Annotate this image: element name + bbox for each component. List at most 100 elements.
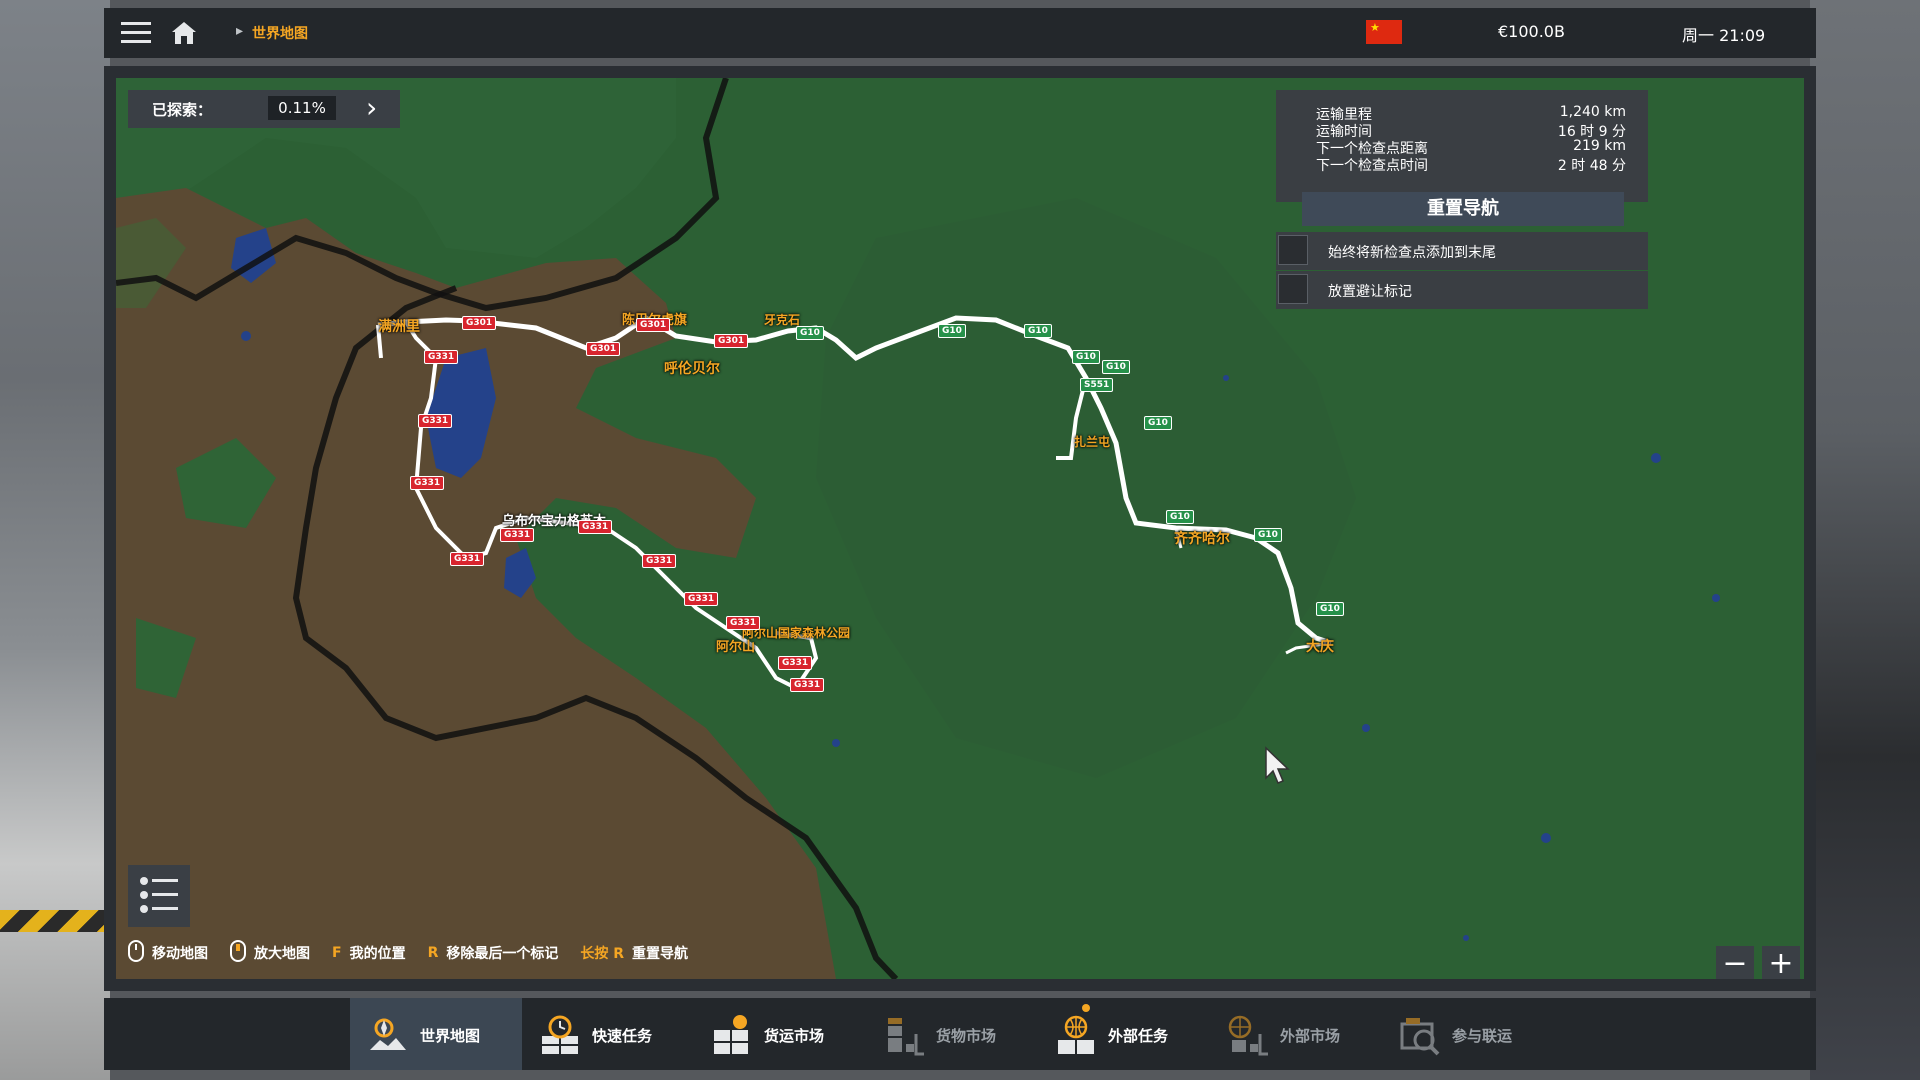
road-label-g10: G10 [938, 324, 966, 338]
road-label-g10: G10 [1254, 528, 1282, 542]
city-label-yakeshi[interactable]: 牙克石 [764, 311, 800, 328]
road-label-g10: G10 [1102, 360, 1130, 374]
mouse-cursor-icon [1264, 746, 1290, 790]
control-hints: 移动地图 放大地图 F 我的位置 R 移除最后一个标记 长按 R 重置导航 [128, 933, 710, 973]
hint-key: R [427, 945, 439, 961]
notification-dot [1082, 1004, 1090, 1012]
breadcrumb-chevron-icon: ▸ [236, 23, 244, 39]
hint-zoom-map: 放大地图 [230, 940, 310, 966]
route-info-value: 2 时 48 分 [1557, 158, 1626, 174]
route-info-row: 下一个检查点距离 219 km [1316, 138, 1626, 157]
tab-label: 外部任务 [1108, 1027, 1169, 1045]
tab-world-map[interactable]: 世界地图 [350, 998, 522, 1070]
road-label-g331: G331 [778, 656, 813, 670]
tab-external-jobs[interactable]: 外部任务 [1038, 998, 1210, 1070]
tab-cargo-market[interactable]: 货物市场 [866, 998, 1038, 1070]
road-label-g301: G301 [462, 316, 497, 330]
explored-value: 0.11% [268, 96, 336, 120]
map-panel: 满洲里 陈巴尔虎旗 呼伦贝尔 牙克石 扎兰屯 齐齐哈尔 大庆 乌布尔宝力格苏木 … [104, 66, 1816, 991]
route-info-row: 下一个检查点时间 2 时 48 分 [1316, 155, 1626, 174]
hint-text: 我的位置 [349, 946, 406, 962]
game-clock: 周一 21:09 [1682, 26, 1766, 45]
hazard-stripe [0, 910, 110, 932]
tab-label: 外部市场 [1280, 1027, 1341, 1045]
tab-freight-market[interactable]: 货运市场 [694, 998, 866, 1070]
tab-label: 世界地图 [420, 1027, 481, 1045]
option-place-avoid-marker[interactable]: 放置避让标记 [1276, 271, 1648, 309]
city-label-manzhouli[interactable]: 满洲里 [378, 316, 420, 336]
hint-text: 放大地图 [254, 946, 310, 962]
hint-move-map: 移动地图 [128, 940, 208, 966]
top-bar: ▸ 世界地图 ★ €100.0B 周一 21:09 [104, 8, 1816, 58]
hint-key: 长按 R [580, 946, 625, 962]
checkbox[interactable] [1278, 235, 1308, 265]
world-map[interactable]: 满洲里 陈巴尔虎旗 呼伦贝尔 牙克石 扎兰屯 齐齐哈尔 大庆 乌布尔宝力格苏木 … [116, 78, 1804, 979]
hint-my-position: F 我的位置 [332, 943, 406, 963]
chevron-right-icon[interactable]: › [366, 92, 377, 124]
route-info-row: 运输时间 16 时 9 分 [1316, 121, 1626, 140]
breadcrumb: 世界地图 [252, 26, 308, 42]
road-label-g10: G10 [796, 326, 824, 340]
hint-text: 重置导航 [632, 946, 689, 962]
world-map-icon [370, 1018, 406, 1050]
road-label-g331: G331 [726, 616, 761, 630]
menu-icon[interactable] [120, 17, 152, 49]
option-always-add-checkpoint[interactable]: 始终将新检查点添加到末尾 [1276, 232, 1648, 270]
external-market-icon [1228, 1015, 1268, 1056]
tab-convoy[interactable]: 参与联运 [1382, 998, 1554, 1070]
road-label-g331: G331 [424, 350, 459, 364]
mouse-scroll-icon [230, 940, 246, 966]
tab-external-market[interactable]: 外部市场 [1210, 998, 1382, 1070]
world-map-window: ▸ 世界地图 ★ €100.0B 周一 21:09 满洲里 呼伦贝尔 牙克石 扎… [104, 8, 1816, 1070]
tab-label: 货运市场 [764, 1027, 825, 1045]
road-label-g10: G10 [1166, 510, 1194, 524]
home-icon[interactable] [168, 17, 200, 49]
road-label-g10: G10 [1024, 324, 1052, 338]
city-label-hulunbeier[interactable]: 呼伦贝尔 [664, 358, 720, 378]
option-label: 放置避让标记 [1328, 284, 1412, 300]
road-label-g301: G301 [586, 342, 621, 356]
route-info-row: 运输里程 1,240 km [1316, 104, 1626, 123]
explored-panel: 已探索： 0.11% › [128, 90, 400, 128]
road-label-g331: G331 [790, 678, 825, 692]
hint-reset-navigation: 长按 R 重置导航 [580, 943, 688, 963]
globe-icon [1058, 1015, 1094, 1054]
money-balance: €100.0B [1498, 22, 1565, 41]
road-label-g331: G331 [450, 552, 485, 566]
freight-market-icon [714, 1015, 748, 1054]
road-label-g331: G331 [578, 520, 613, 534]
road-label-g331: G331 [418, 414, 453, 428]
city-label-aershan[interactable]: 阿尔山 [716, 636, 755, 655]
bottom-tab-bar: 世界地图 快速任务 货运市场 货物市场 外部任务 外部市场 参与联运 [104, 998, 1816, 1070]
legend-icon [140, 877, 178, 913]
road-label-s551: S551 [1080, 378, 1114, 392]
reset-navigation-button[interactable]: 重置导航 [1302, 192, 1624, 226]
map-legend-button[interactable] [128, 865, 190, 927]
road-label-g331: G331 [642, 554, 677, 568]
option-label: 始终将新检查点添加到末尾 [1328, 245, 1496, 261]
road-label-g10: G10 [1316, 602, 1344, 616]
route-info-panel: 运输里程 1,240 km 运输时间 16 时 9 分 下一个检查点距离 219 km… [1276, 90, 1648, 202]
checkbox[interactable] [1278, 274, 1308, 304]
city-label-zhalantun[interactable]: 扎兰屯 [1074, 433, 1110, 450]
china-flag-icon: ★ [1366, 20, 1402, 44]
city-label-daqing[interactable]: 大庆 [1306, 636, 1334, 656]
road-label-g331: G331 [684, 592, 719, 606]
zoom-in-button[interactable]: + [1762, 946, 1800, 979]
tab-label: 参与联运 [1452, 1027, 1513, 1045]
explored-label: 已探索： [152, 100, 213, 119]
tab-label: 货物市场 [936, 1027, 997, 1045]
road-label-g331: G331 [500, 528, 535, 542]
city-label-qiqihaer[interactable]: 齐齐哈尔 [1174, 528, 1230, 548]
background-garage-left [0, 0, 110, 1080]
mouse-drag-icon [128, 940, 144, 966]
tab-quick-jobs[interactable]: 快速任务 [522, 998, 694, 1070]
route-info-value: 219 km [1573, 138, 1626, 154]
hint-key: F [332, 945, 342, 961]
background-truck-right [1810, 0, 1920, 1080]
hint-remove-last-marker: R 移除最后一个标记 [428, 943, 559, 963]
road-label-g301: G301 [636, 318, 671, 332]
route-info-value: 1,240 km [1559, 104, 1626, 120]
zoom-out-button[interactable]: − [1716, 946, 1754, 979]
road-label-g301: G301 [714, 334, 749, 348]
